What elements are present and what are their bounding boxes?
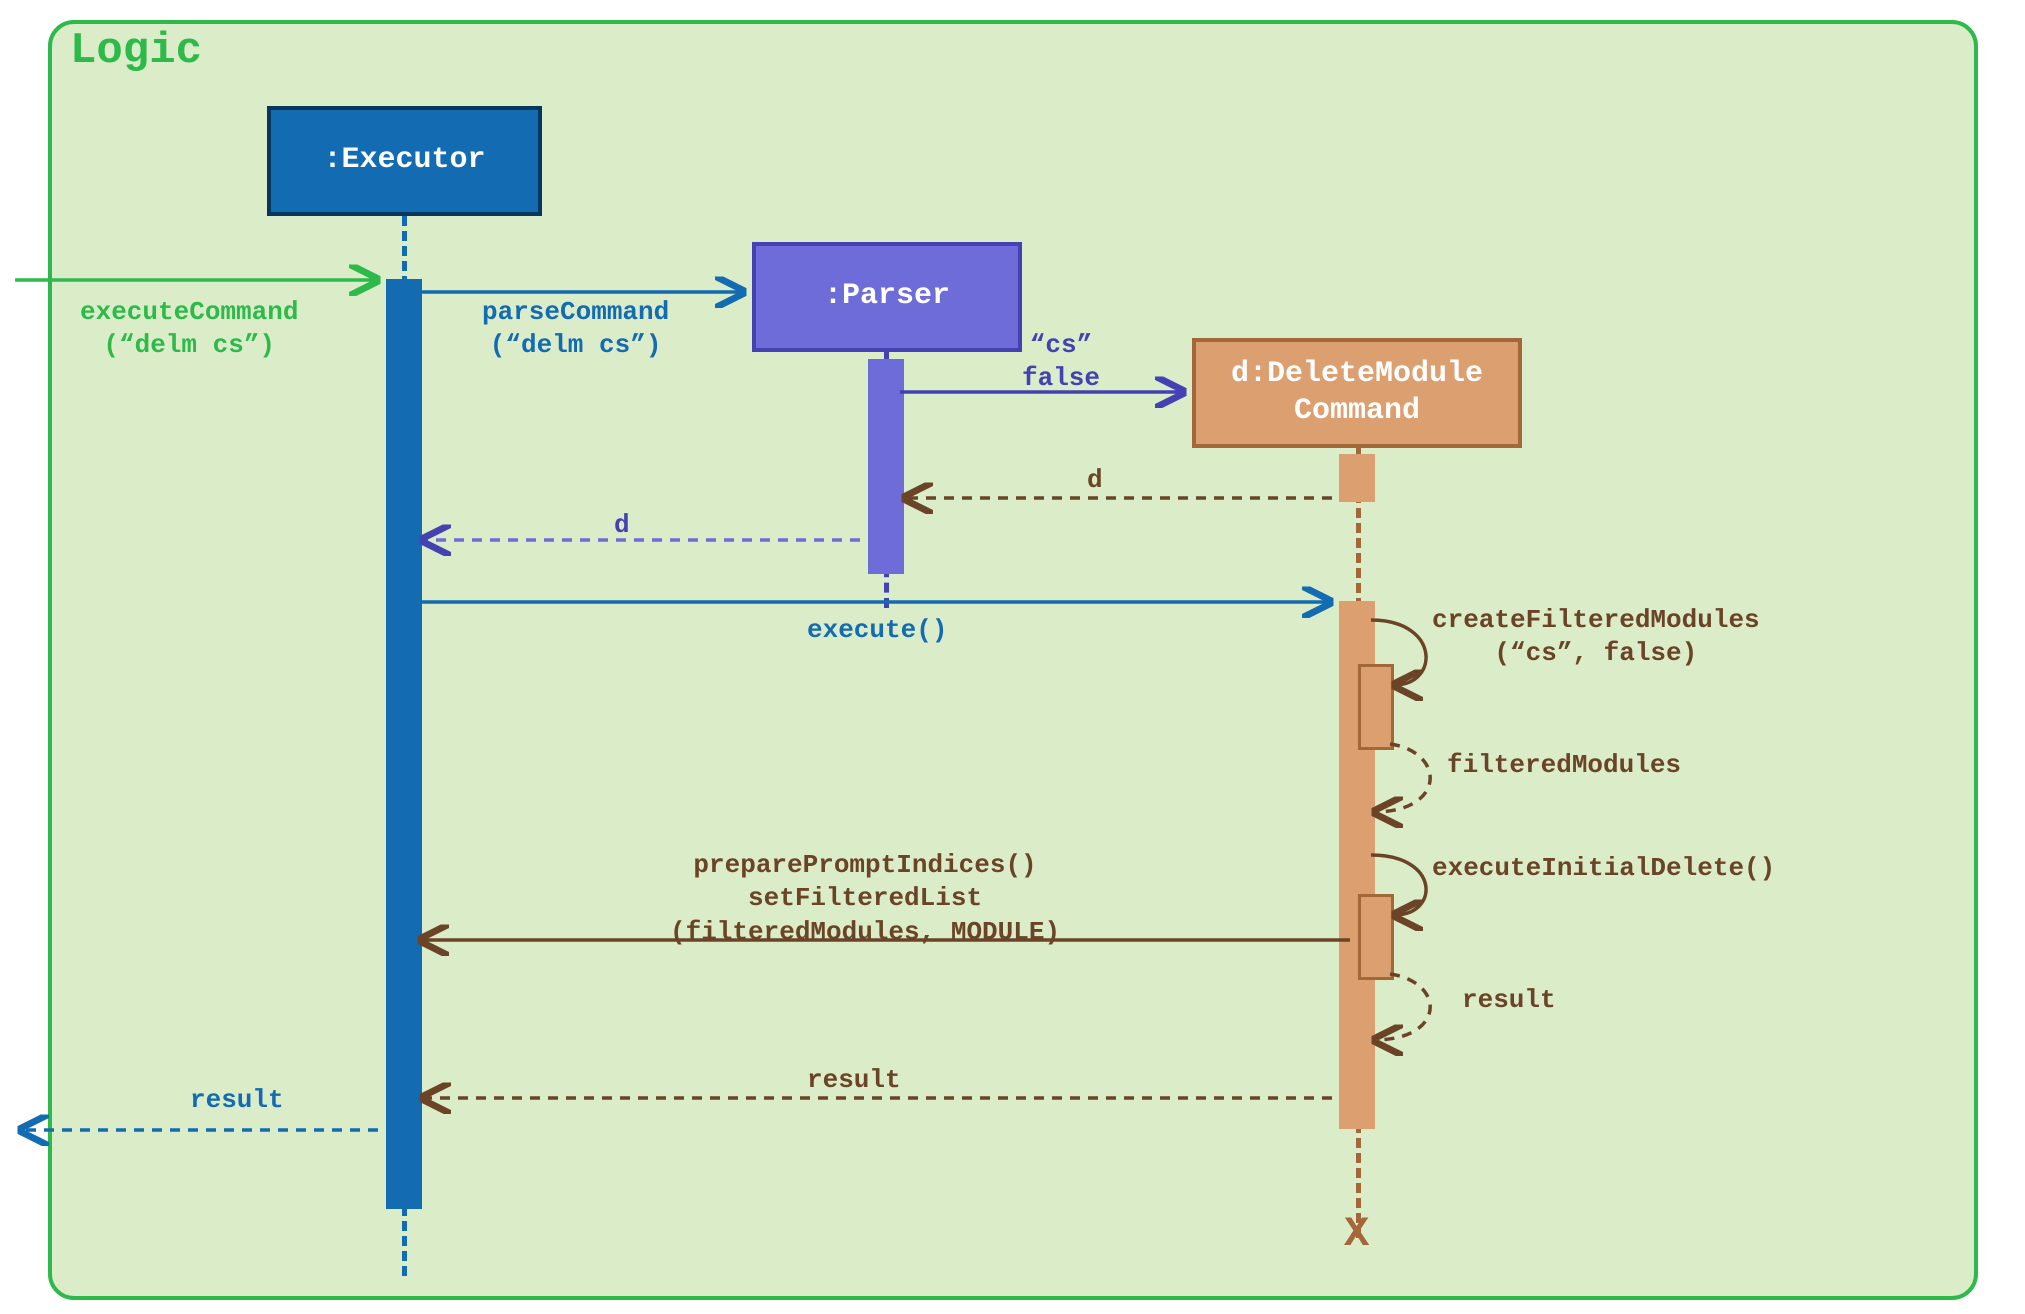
delete-command-label: d:DeleteModuleCommand (1231, 356, 1483, 431)
msg-d-to-executor: d (614, 509, 630, 542)
destroy-icon: X (1344, 1210, 1369, 1258)
delete-subactivation-2 (1358, 894, 1394, 980)
parser-label: :Parser (824, 278, 950, 316)
delete-subactivation-1 (1358, 664, 1394, 750)
logic-frame: Logic :Executor :Parser d:DeleteModuleCo… (48, 20, 1978, 1300)
executor-activation (386, 279, 422, 1209)
executor-box: :Executor (267, 106, 542, 216)
msg-d-to-parser: d (1087, 464, 1103, 497)
msg-execute-initial-delete: executeInitialDelete() (1432, 852, 1775, 885)
msg-filtered-modules: filteredModules (1447, 749, 1681, 782)
msg-result-out: result (190, 1084, 284, 1117)
msg-execute: execute() (807, 614, 947, 647)
msg-prepare: preparePromptIndices()setFilteredList(fi… (670, 849, 1060, 949)
msg-parse-command: parseCommand(“delm cs”) (482, 296, 669, 363)
msg-execute-command: executeCommand(“delm cs”) (80, 296, 298, 363)
parser-box: :Parser (752, 242, 1022, 352)
delete-activation-create (1339, 454, 1375, 502)
msg-result-self: result (1462, 984, 1556, 1017)
msg-result-back: result (807, 1064, 901, 1097)
delete-command-box: d:DeleteModuleCommand (1192, 338, 1522, 448)
msg-cs-false: “cs”false (1022, 329, 1100, 396)
executor-label: :Executor (323, 142, 485, 180)
frame-title: Logic (70, 26, 202, 76)
parser-activation (868, 359, 904, 574)
msg-create-filtered: createFilteredModules(“cs”, false) (1432, 604, 1760, 671)
diagram-canvas: Logic :Executor :Parser d:DeleteModuleCo… (0, 0, 2025, 1314)
